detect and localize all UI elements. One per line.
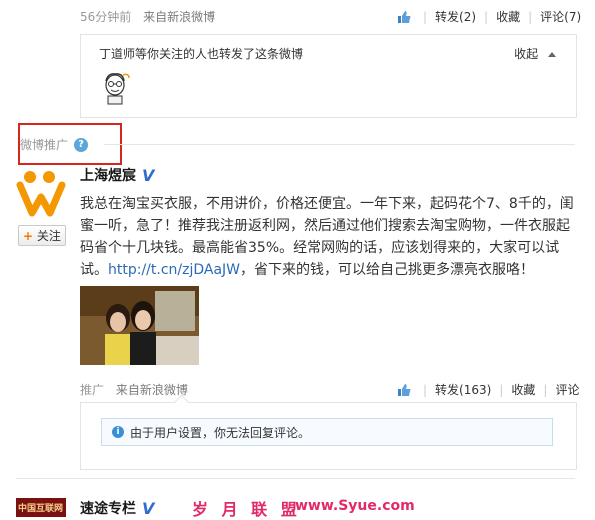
- short-link[interactable]: http://t.cn/zjDAaJW: [108, 262, 240, 278]
- forwarded-by-box: 丁道师等你关注的人也转发了这条微博 收起: [80, 34, 577, 118]
- promo-label: 微博推广: [20, 138, 69, 152]
- post-time[interactable]: 56分钟前: [80, 10, 131, 24]
- author-avatar[interactable]: [16, 167, 66, 217]
- forwarded-by-text: 丁道师等你关注的人也转发了这条微博: [99, 47, 304, 61]
- reply-disabled-notice: i 由于用户设置，你无法回复评论。: [101, 418, 553, 446]
- favorite-button[interactable]: 收藏: [511, 381, 535, 398]
- separator: |: [528, 9, 533, 24]
- separator: |: [423, 9, 428, 24]
- next-author-avatar[interactable]: 中国互联网: [16, 498, 66, 517]
- forward-button[interactable]: 转发(163): [435, 381, 491, 398]
- like-button[interactable]: [397, 10, 415, 24]
- plus-icon: +: [23, 229, 34, 243]
- forward-button[interactable]: 转发(2): [435, 8, 476, 25]
- promo-divider: [104, 144, 575, 145]
- follow-button[interactable]: + 关注: [18, 225, 66, 246]
- comment-button[interactable]: 评论(7): [540, 8, 581, 25]
- info-icon: i: [112, 426, 124, 438]
- separator: |: [423, 382, 428, 397]
- ad-post-actions: | 转发(163) | 收藏 | 评论: [397, 381, 579, 398]
- top-post-meta: 56分钟前 来自新浪微博: [80, 8, 215, 25]
- comment-panel: i 由于用户设置，你无法回复评论。: [80, 394, 577, 470]
- help-icon[interactable]: ?: [74, 137, 89, 152]
- top-post-actions: | 转发(2) | 收藏 | 评论(7): [397, 8, 581, 25]
- post-source[interactable]: 来自新浪微博: [143, 10, 215, 24]
- thumbs-up-icon: [398, 10, 411, 23]
- cartoon-avatar-icon: [99, 71, 131, 105]
- promo-tag[interactable]: 推广: [80, 383, 104, 397]
- post-divider: [16, 478, 575, 479]
- photo-thumbnail: [80, 286, 199, 365]
- avatar-text: 中国互联网: [18, 504, 64, 514]
- author-name[interactable]: 上海煜宸: [80, 165, 136, 185]
- follow-label: 关注: [36, 229, 61, 243]
- separator: |: [543, 382, 548, 397]
- caret-up-icon: [548, 52, 556, 57]
- collapse-button[interactable]: 收起: [514, 45, 556, 62]
- post-text: 我总在淘宝买衣服，不用讲价，价格还便宜。一年下来，起码花个7、8千的，闺蜜一听，…: [80, 193, 575, 281]
- collapse-label: 收起: [514, 47, 539, 61]
- post-image[interactable]: [80, 286, 199, 365]
- like-button[interactable]: [397, 383, 415, 397]
- thumbs-up-icon: [398, 383, 411, 396]
- next-author-line: 速途专栏 V: [80, 498, 154, 518]
- verified-icon[interactable]: V: [142, 499, 154, 518]
- ad-post-meta: 推广 来自新浪微博: [80, 381, 188, 398]
- avatar[interactable]: [99, 71, 131, 105]
- comment-button[interactable]: 评论: [555, 381, 579, 398]
- favorite-button[interactable]: 收藏: [496, 8, 520, 25]
- author-name[interactable]: 速途专栏: [80, 498, 136, 518]
- post-source[interactable]: 来自新浪微博: [116, 383, 188, 397]
- watermark-url: www.Syue.com: [295, 498, 415, 514]
- fanli-logo-icon: [16, 167, 66, 217]
- author-line: 上海煜宸 V: [80, 165, 154, 185]
- separator: |: [484, 9, 489, 24]
- separator: |: [499, 382, 504, 397]
- promo-header: 微博推广 ?: [20, 136, 89, 153]
- watermark-text: 岁 月 联 盟: [192, 500, 301, 519]
- verified-icon[interactable]: V: [142, 166, 154, 185]
- notice-text: 由于用户设置，你无法回复评论。: [130, 425, 311, 440]
- post-body-tail: ，省下来的钱，可以给自己挑更多漂亮衣服咯！: [240, 262, 535, 278]
